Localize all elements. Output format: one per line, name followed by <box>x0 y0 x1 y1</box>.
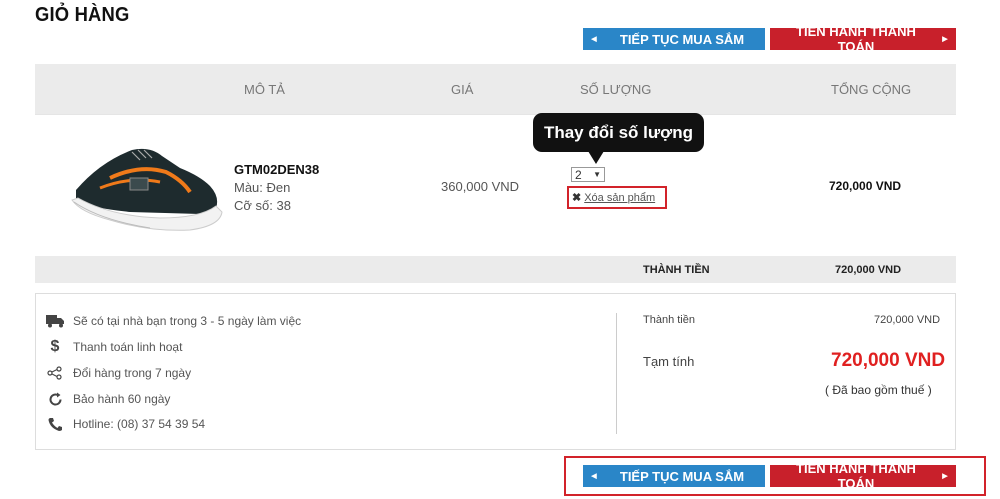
page-title: GIỎ HÀNG <box>35 4 130 26</box>
cart-table-header <box>35 64 956 114</box>
dollar-icon: $ <box>50 338 60 355</box>
header-total: TỔNG CỘNG <box>831 82 912 97</box>
arrow-left-icon: ◀ <box>591 473 597 480</box>
continue-shopping-button-top[interactable]: ◀ TIẾP TỤC MUA SẮM <box>583 28 765 50</box>
checkout-button-top[interactable]: TIẾN HÀNH THANH TOÁN ▶ <box>770 24 956 54</box>
estimate-label: Tạm tính <box>643 354 695 369</box>
phone-icon <box>45 417 65 432</box>
feature-warranty: Bảo hành 60 ngày <box>45 389 170 409</box>
continue-shopping-label: TIẾP TỤC MUA SẮM <box>619 468 745 484</box>
checkout-label: TIẾN HÀNH THANH TOÁN <box>796 461 916 491</box>
product-sku[interactable]: GTM02DEN38 <box>234 162 319 177</box>
quantity-value: 2 <box>575 167 582 182</box>
truck-icon <box>45 314 65 328</box>
close-icon: ✖ <box>572 192 582 204</box>
quantity-select[interactable]: 2 ▼ <box>571 167 605 182</box>
feature-text: Đổi hàng trong 7 ngày <box>73 366 192 380</box>
subtotal-label: Thành tiền <box>643 314 695 326</box>
quantity-tooltip: Thay đổi số lượng <box>533 113 704 152</box>
header-description: MÔ TẢ <box>244 82 285 97</box>
product-color: Màu: Đen <box>234 180 291 195</box>
product-size: Cỡ số: 38 <box>234 198 291 213</box>
feature-text: Bảo hành 60 ngày <box>73 392 171 406</box>
arrow-right-icon: ▶ <box>942 36 948 43</box>
feature-text: Sẽ có tại nhà bạn trong 3 - 5 ngày làm v… <box>73 314 302 328</box>
header-price: GIÁ <box>451 82 474 97</box>
feature-text: Thanh toán linh hoạt <box>73 340 183 354</box>
arrow-right-icon: ▶ <box>942 473 948 480</box>
checkout-button-bottom[interactable]: TIẾN HÀNH THANH TOÁN ▶ <box>770 461 956 491</box>
share-icon <box>45 366 65 380</box>
feature-text: Hotline: (08) 37 54 39 54 <box>73 417 206 431</box>
summary-bar <box>35 256 956 283</box>
summary-value: 720,000 VND <box>835 264 902 276</box>
feature-exchange: Đổi hàng trong 7 ngày <box>45 363 191 383</box>
divider-vertical <box>616 313 617 434</box>
divider <box>35 114 956 115</box>
line-total: 720,000 VND <box>829 179 902 193</box>
estimate-value: 720,000 VND <box>831 350 946 371</box>
product-price: 360,000 VND <box>441 179 520 194</box>
feature-payment: $ Thanh toán linh hoạt <box>45 337 183 357</box>
continue-shopping-button-bottom[interactable]: ◀ TIẾP TỤC MUA SẮM <box>583 465 765 487</box>
feature-hotline: Hotline: (08) 37 54 39 54 <box>45 414 205 434</box>
refresh-icon <box>45 392 65 407</box>
feature-shipping: Sẽ có tại nhà bạn trong 3 - 5 ngày làm v… <box>45 311 301 331</box>
checkout-label: TIẾN HÀNH THANH TOÁN <box>796 24 916 54</box>
header-quantity: SỐ LƯỢNG <box>580 82 652 97</box>
continue-shopping-label: TIẾP TỤC MUA SẮM <box>619 31 745 47</box>
tax-note: ( Đã bao gồm thuế ) <box>825 383 932 397</box>
remove-product-link[interactable]: ✖ Xóa sản phẩm <box>567 186 667 209</box>
remove-product-label: Xóa sản phẩm <box>584 191 656 204</box>
chevron-down-icon: ▼ <box>593 170 601 179</box>
summary-label: THÀNH TIỀN <box>643 264 710 276</box>
arrow-left-icon: ◀ <box>591 36 597 43</box>
subtotal-value: 720,000 VND <box>874 314 941 326</box>
tooltip-arrow <box>588 151 604 164</box>
product-image <box>71 148 223 231</box>
